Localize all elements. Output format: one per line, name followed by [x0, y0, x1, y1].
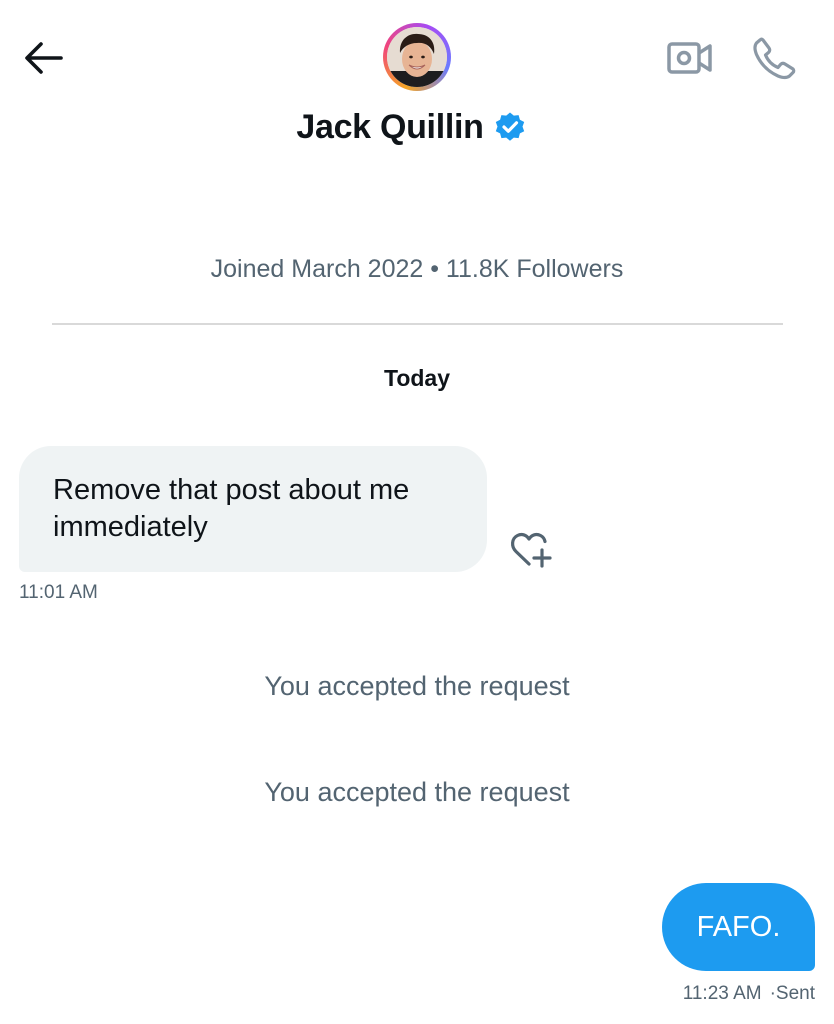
system-message: You accepted the request [264, 777, 570, 807]
arrow-left-icon [25, 42, 63, 74]
dm-conversation-screen: Jack Quillin Joined March 2022 • 11.8K F… [0, 0, 834, 1024]
back-button[interactable] [18, 36, 68, 80]
phone-icon [753, 37, 796, 80]
divider [52, 323, 783, 325]
message-timestamp: 11:01 AM [19, 582, 98, 603]
day-separator: Today [383, 365, 451, 391]
video-call-button[interactable] [664, 36, 716, 80]
contact-name: Jack Quillin [296, 107, 484, 146]
sent-message-bubble[interactable]: FAFO. [662, 883, 815, 971]
message-timestamp: 11:23 AM [682, 983, 762, 1004]
message-text: FAFO. [696, 910, 781, 943]
system-message: You accepted the request [264, 671, 570, 701]
voice-call-button[interactable] [748, 32, 800, 84]
video-camera-icon [667, 42, 712, 74]
avatar[interactable] [383, 23, 451, 91]
profile-photo [387, 27, 447, 87]
message-status: 11:23 AM ·Sent [683, 983, 815, 1005]
message-text-line: immediately [53, 511, 208, 543]
message-text-line: Remove that post about me [53, 474, 410, 506]
profile-meta: Joined March 2022 • 11.8K Followers [210, 255, 624, 283]
add-reaction-button[interactable] [506, 524, 556, 572]
contact-header[interactable]: Jack Quillin [0, 104, 834, 150]
heart-plus-icon [511, 532, 552, 568]
delivery-status: ·Sent [769, 983, 815, 1004]
received-message-bubble[interactable]: Remove that post about me immediately [19, 446, 487, 572]
verified-badge-icon [495, 112, 524, 141]
